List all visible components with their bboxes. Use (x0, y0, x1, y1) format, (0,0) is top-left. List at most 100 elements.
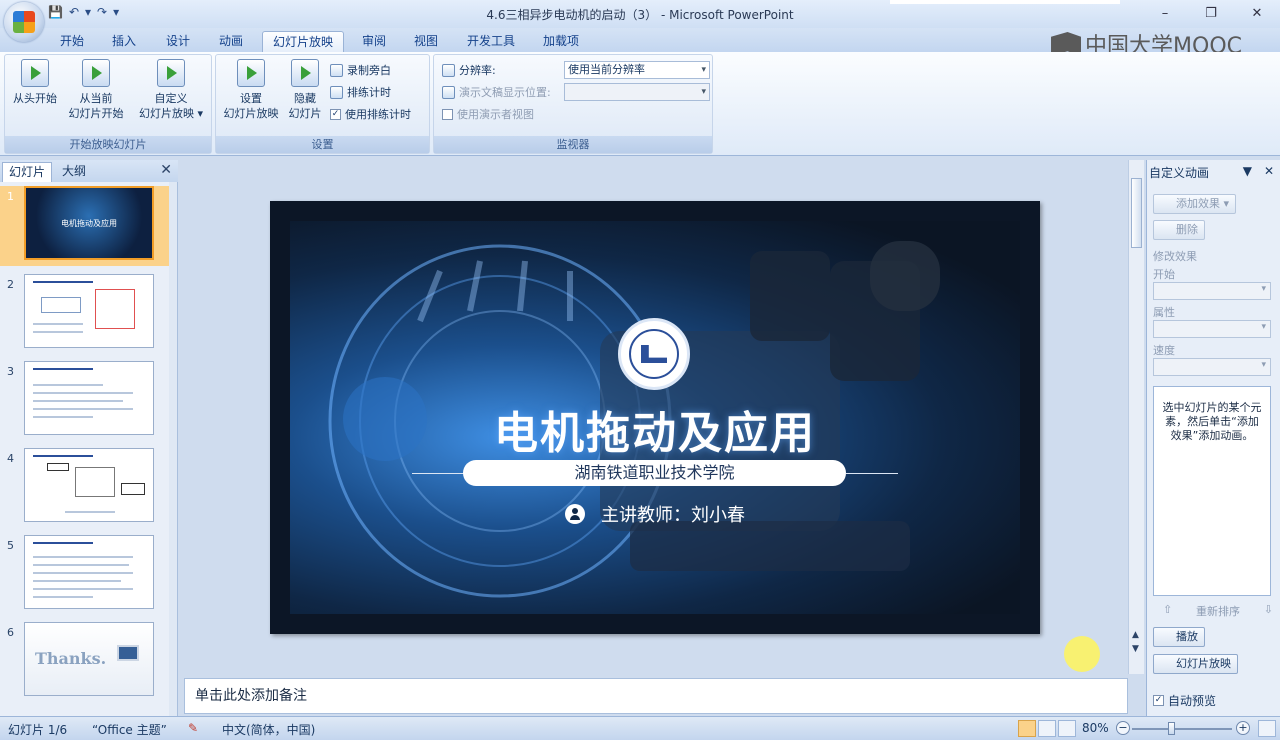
sorter-view-button[interactable] (1038, 720, 1056, 737)
notes-pane[interactable]: 单击此处添加备注 (184, 678, 1128, 714)
spellcheck-icon[interactable]: ✎ (188, 721, 198, 735)
scroll-thumb[interactable] (1131, 178, 1142, 248)
restore-button[interactable]: ❐ (1188, 0, 1234, 26)
pane-close-icon[interactable]: ✕ (1264, 164, 1274, 178)
checkbox-checked[interactable]: ✓ (330, 108, 341, 120)
decor-line-right (846, 473, 898, 474)
office-button[interactable] (4, 2, 44, 42)
zoom-level[interactable]: 80% (1082, 721, 1109, 735)
title-strip (890, 0, 1120, 4)
animation-list[interactable]: 选中幻灯片的某个元素，然后单击“添加效果”添加动画。 (1153, 386, 1271, 596)
custom-slideshow-button[interactable]: 自定义 幻灯片放映 ▾ (133, 59, 209, 121)
property-select[interactable] (1153, 320, 1271, 338)
play-slides-icon (21, 59, 49, 87)
record-narration-button[interactable]: 录制旁白 (330, 61, 391, 79)
checkbox-checked[interactable]: ✓ (1153, 695, 1164, 706)
slideshow-view-button[interactable] (1058, 720, 1076, 737)
slide-thumbnail-4[interactable]: 4 (0, 448, 170, 528)
from-beginning-button[interactable]: 从头开始 (7, 59, 63, 106)
resolution-label: 分辨率: (442, 61, 496, 79)
hide-slide-button[interactable]: 隐藏 幻灯片 (284, 59, 326, 121)
remove-effect-button[interactable]: 删除 (1153, 220, 1205, 240)
slides-scrollbar[interactable] (169, 182, 177, 716)
zoom-out-button[interactable]: − (1116, 721, 1130, 735)
use-timings-checkbox[interactable]: ✓ 使用排练计时 (330, 105, 411, 123)
from-current-button[interactable]: 从当前 幻灯片开始 (63, 59, 129, 121)
language-indicator[interactable]: 中文(简体，中国) (222, 721, 315, 738)
tab-design[interactable]: 设计 (156, 31, 200, 52)
slide-thumbnail-image (24, 535, 154, 609)
slide-thumbnail-image (24, 448, 154, 522)
slide-teacher[interactable]: 主讲教师：刘小春 (270, 501, 1040, 527)
tab-slides[interactable]: 幻灯片 (2, 162, 53, 182)
rehearse-timings-button[interactable]: 排练计时 (330, 83, 391, 101)
slideshow-button[interactable]: 幻灯片放映 (1153, 654, 1238, 674)
add-effect-button[interactable]: 添加效果 ▾ (1153, 194, 1237, 214)
zoom-slider-handle[interactable] (1168, 722, 1175, 735)
checkbox-unchecked[interactable] (442, 108, 453, 120)
custom-show-icon (157, 59, 185, 87)
reorder-controls: ⇧ 重新排序 ⇩ (1163, 603, 1273, 619)
window-title: 4.6三相异步电动机的启动（3） - Microsoft PowerPoint (486, 8, 794, 22)
next-slide-icon[interactable]: ▼ (1132, 644, 1139, 654)
rehearse-icon (330, 85, 343, 99)
tab-outline[interactable]: 大纲 (56, 162, 92, 182)
slide-title[interactable]: 电机拖动及应用 (270, 397, 1040, 461)
slide-scrollbar[interactable]: ▲ ▼ (1128, 160, 1144, 674)
slide-thumbnail-image: 电机拖动及应用 (24, 186, 154, 260)
current-slide[interactable]: 电机拖动及应用 湖南铁道职业技术学院 主讲教师：刘小春 (270, 201, 1040, 634)
ribbon: 从头开始 从当前 幻灯片开始 自定义 幻灯片放映 ▾ 开始放映幻灯片 设置 幻灯… (0, 52, 1280, 156)
fit-window-button[interactable] (1258, 720, 1276, 737)
theme-name[interactable]: “Office 主题” (92, 721, 167, 738)
slide-thumbnail-5[interactable]: 5 (0, 535, 170, 615)
slide-subtitle[interactable]: 湖南铁道职业技术学院 (463, 460, 846, 486)
slide-thumbnail-2[interactable]: 2 (0, 274, 170, 354)
tab-slideshow[interactable]: 幻灯片放映 (262, 31, 345, 52)
slide-thumbnail-image (24, 274, 154, 348)
presenter-view-checkbox[interactable]: 使用演示者视图 (442, 105, 534, 123)
group-label: 开始放映幻灯片 (5, 136, 211, 153)
move-down-icon[interactable]: ⇩ (1264, 603, 1273, 619)
record-icon (330, 63, 343, 77)
modify-effect-label: 修改效果 (1153, 250, 1197, 263)
setup-slideshow-button[interactable]: 设置 幻灯片放映 (218, 59, 284, 121)
slide-thumbnail-3[interactable]: 3 (0, 361, 170, 441)
decor-line-left (412, 473, 464, 474)
show-on-select[interactable] (564, 83, 710, 101)
speed-select[interactable] (1153, 358, 1271, 376)
prev-slide-icon[interactable]: ▲ (1132, 630, 1139, 640)
slide-thumbnail-1[interactable]: 1 电机拖动及应用 (0, 186, 170, 266)
show-on-label: 演示文稿显示位置: (442, 83, 551, 101)
start-select[interactable] (1153, 282, 1271, 300)
normal-view-button[interactable] (1018, 720, 1036, 737)
pane-menu-icon[interactable]: ▼ (1243, 164, 1252, 178)
tab-review[interactable]: 审阅 (352, 31, 396, 52)
setup-show-icon (237, 59, 265, 87)
resolution-select[interactable]: 使用当前分辨率 (564, 61, 710, 79)
hide-slide-icon (291, 59, 319, 87)
play-button[interactable]: 播放 (1153, 627, 1205, 647)
office-logo-icon (13, 11, 35, 33)
group-monitors: 分辨率: 使用当前分辨率 演示文稿显示位置: 使用演示者视图 监视器 (433, 54, 713, 154)
zoom-in-button[interactable]: + (1236, 721, 1250, 735)
custom-animation-pane: 自定义动画 ▼ ✕ 添加效果 ▾ 删除 修改效果 开始 属性 速度 选中幻灯片的… (1146, 160, 1280, 716)
zoom-slider-track[interactable] (1132, 728, 1232, 730)
auto-preview-checkbox[interactable]: ✓ 自动预览 (1153, 692, 1216, 709)
tab-insert[interactable]: 插入 (102, 31, 146, 52)
close-button[interactable]: ✕ (1234, 0, 1280, 26)
tab-addins[interactable]: 加载项 (533, 31, 589, 52)
tab-view[interactable]: 视图 (404, 31, 448, 52)
slide-thumbnail-6[interactable]: 6 Thanks. (0, 622, 170, 702)
group-label: 设置 (216, 136, 429, 153)
slide-editor: 电机拖动及应用 湖南铁道职业技术学院 主讲教师：刘小春 (184, 160, 1128, 674)
display-icon (442, 85, 455, 99)
tab-developer[interactable]: 开发工具 (457, 31, 525, 52)
tab-animation[interactable]: 动画 (209, 31, 253, 52)
close-icon[interactable]: ✕ (160, 162, 172, 178)
move-up-icon[interactable]: ⇧ (1163, 603, 1172, 619)
play-current-icon (82, 59, 110, 87)
tab-home[interactable]: 开始 (50, 31, 94, 52)
minimize-button[interactable]: – (1142, 0, 1188, 26)
pane-title: 自定义动画 (1149, 166, 1210, 180)
person-icon (565, 504, 585, 524)
